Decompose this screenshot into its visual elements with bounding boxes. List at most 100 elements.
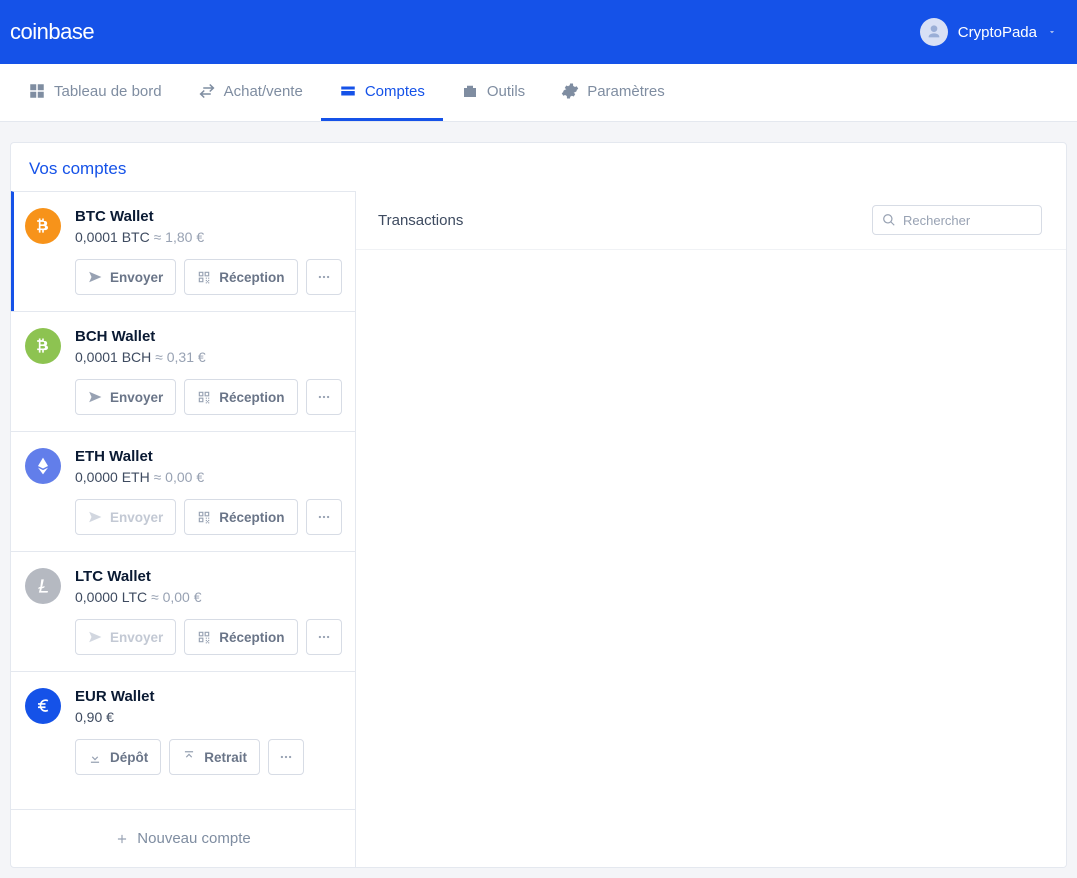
account-name: EUR Wallet <box>75 688 341 705</box>
send-icon <box>88 510 102 524</box>
account-name: ETH Wallet <box>75 448 342 465</box>
withdraw-button[interactable]: Retrait <box>169 739 260 775</box>
wallet-icon <box>339 82 357 100</box>
account-balance: 0,0001 BCH ≈ 0,31 € <box>75 349 342 365</box>
tab-dashboard[interactable]: Tableau de bord <box>10 64 180 121</box>
more-icon <box>317 390 331 404</box>
account-bch[interactable]: BCH Wallet 0,0001 BCH ≈ 0,31 € Envoyer Réce… <box>11 311 355 431</box>
eur-icon <box>25 688 61 724</box>
username: CryptoPada <box>958 24 1037 41</box>
eth-icon <box>25 448 61 484</box>
send-icon <box>88 390 102 404</box>
tab-buysell[interactable]: Achat/vente <box>180 64 321 121</box>
account-approx: ≈ 0,00 € <box>150 469 204 485</box>
deposit-icon <box>88 750 102 764</box>
account-name: LTC Wallet <box>75 568 342 585</box>
send-button: Envoyer <box>75 619 176 655</box>
receive-button[interactable]: Réception <box>184 259 297 295</box>
transactions-column: Transactions <box>356 191 1066 867</box>
tab-label: Tableau de bord <box>54 83 162 100</box>
grid-icon <box>28 82 46 100</box>
account-balance: 0,0001 BTC ≈ 1,80 € <box>75 229 342 245</box>
account-ltc[interactable]: LTC Wallet 0,0000 LTC ≈ 0,00 € Envoyer Réce… <box>11 551 355 671</box>
bch-icon <box>25 328 61 364</box>
plus-icon <box>115 832 129 846</box>
button-label: Envoyer <box>110 390 163 405</box>
panel-title: Vos comptes <box>11 143 1066 191</box>
more-icon <box>317 510 331 524</box>
button-label: Retrait <box>204 750 247 765</box>
search-input[interactable] <box>872 205 1042 235</box>
button-label: Dépôt <box>110 750 148 765</box>
chevron-down-icon <box>1047 27 1057 37</box>
receive-button[interactable]: Réception <box>184 379 297 415</box>
withdraw-icon <box>182 750 196 764</box>
send-button: Envoyer <box>75 499 176 535</box>
send-button[interactable]: Envoyer <box>75 259 176 295</box>
account-approx: ≈ 1,80 € <box>150 229 204 245</box>
account-eur[interactable]: EUR Wallet 0,90 € Dépôt Retrait <box>11 671 355 791</box>
send-icon <box>88 270 102 284</box>
transactions-body[interactable] <box>356 250 1066 867</box>
deposit-button[interactable]: Dépôt <box>75 739 161 775</box>
button-label: Envoyer <box>110 510 163 525</box>
receive-icon <box>197 510 211 524</box>
send-button[interactable]: Envoyer <box>75 379 176 415</box>
toolbox-icon <box>461 82 479 100</box>
receive-button[interactable]: Réception <box>184 499 297 535</box>
accounts-scroll[interactable]: BTC Wallet 0,0001 BTC ≈ 1,80 € Envoyer Réce… <box>11 191 355 809</box>
search-icon <box>882 213 896 227</box>
avatar <box>920 18 948 46</box>
transactions-title: Transactions <box>378 212 463 229</box>
tab-label: Outils <box>487 83 525 100</box>
more-button[interactable] <box>306 259 342 295</box>
more-button[interactable] <box>306 379 342 415</box>
more-button[interactable] <box>268 739 304 775</box>
receive-icon <box>197 270 211 284</box>
button-label: Réception <box>219 510 284 525</box>
more-icon <box>279 750 293 764</box>
btc-icon <box>25 208 61 244</box>
account-btc[interactable]: BTC Wallet 0,0001 BTC ≈ 1,80 € Envoyer Réce… <box>11 191 355 311</box>
main-nav: Tableau de bord Achat/vente Comptes Outi… <box>0 64 1077 122</box>
send-icon <box>88 630 102 644</box>
tab-tools[interactable]: Outils <box>443 64 543 121</box>
more-icon <box>317 270 331 284</box>
button-label: Réception <box>219 390 284 405</box>
account-approx: ≈ 0,00 € <box>147 589 201 605</box>
accounts-panel: Vos comptes BTC Wallet 0,0001 BTC ≈ 1,80 … <box>10 142 1067 868</box>
topbar: coinbase CryptoPada <box>0 0 1077 64</box>
account-eth[interactable]: ETH Wallet 0,0000 ETH ≈ 0,00 € Envoyer Réce… <box>11 431 355 551</box>
new-account-label: Nouveau compte <box>137 830 250 847</box>
receive-button[interactable]: Réception <box>184 619 297 655</box>
accounts-column: BTC Wallet 0,0001 BTC ≈ 1,80 € Envoyer Réce… <box>11 191 356 867</box>
search-wrap <box>872 205 1042 235</box>
swap-icon <box>198 82 216 100</box>
tab-label: Achat/vente <box>224 83 303 100</box>
ltc-icon <box>25 568 61 604</box>
account-name: BTC Wallet <box>75 208 342 225</box>
tab-label: Comptes <box>365 83 425 100</box>
transactions-header: Transactions <box>356 191 1066 250</box>
more-button[interactable] <box>306 499 342 535</box>
more-icon <box>317 630 331 644</box>
button-label: Envoyer <box>110 630 163 645</box>
account-approx: ≈ 0,31 € <box>151 349 205 365</box>
account-balance: 0,90 € <box>75 709 341 725</box>
tab-label: Paramètres <box>587 83 665 100</box>
logo: coinbase <box>10 19 94 45</box>
account-name: BCH Wallet <box>75 328 342 345</box>
page: Vos comptes BTC Wallet 0,0001 BTC ≈ 1,80 … <box>0 122 1077 878</box>
gear-icon <box>561 82 579 100</box>
button-label: Réception <box>219 630 284 645</box>
account-balance: 0,0000 ETH ≈ 0,00 € <box>75 469 342 485</box>
account-balance: 0,0000 LTC ≈ 0,00 € <box>75 589 342 605</box>
user-menu[interactable]: CryptoPada <box>920 18 1057 46</box>
new-account-button[interactable]: Nouveau compte <box>11 809 355 867</box>
button-label: Envoyer <box>110 270 163 285</box>
tab-settings[interactable]: Paramètres <box>543 64 683 121</box>
tab-accounts[interactable]: Comptes <box>321 64 443 121</box>
more-button[interactable] <box>306 619 342 655</box>
receive-icon <box>197 630 211 644</box>
receive-icon <box>197 390 211 404</box>
